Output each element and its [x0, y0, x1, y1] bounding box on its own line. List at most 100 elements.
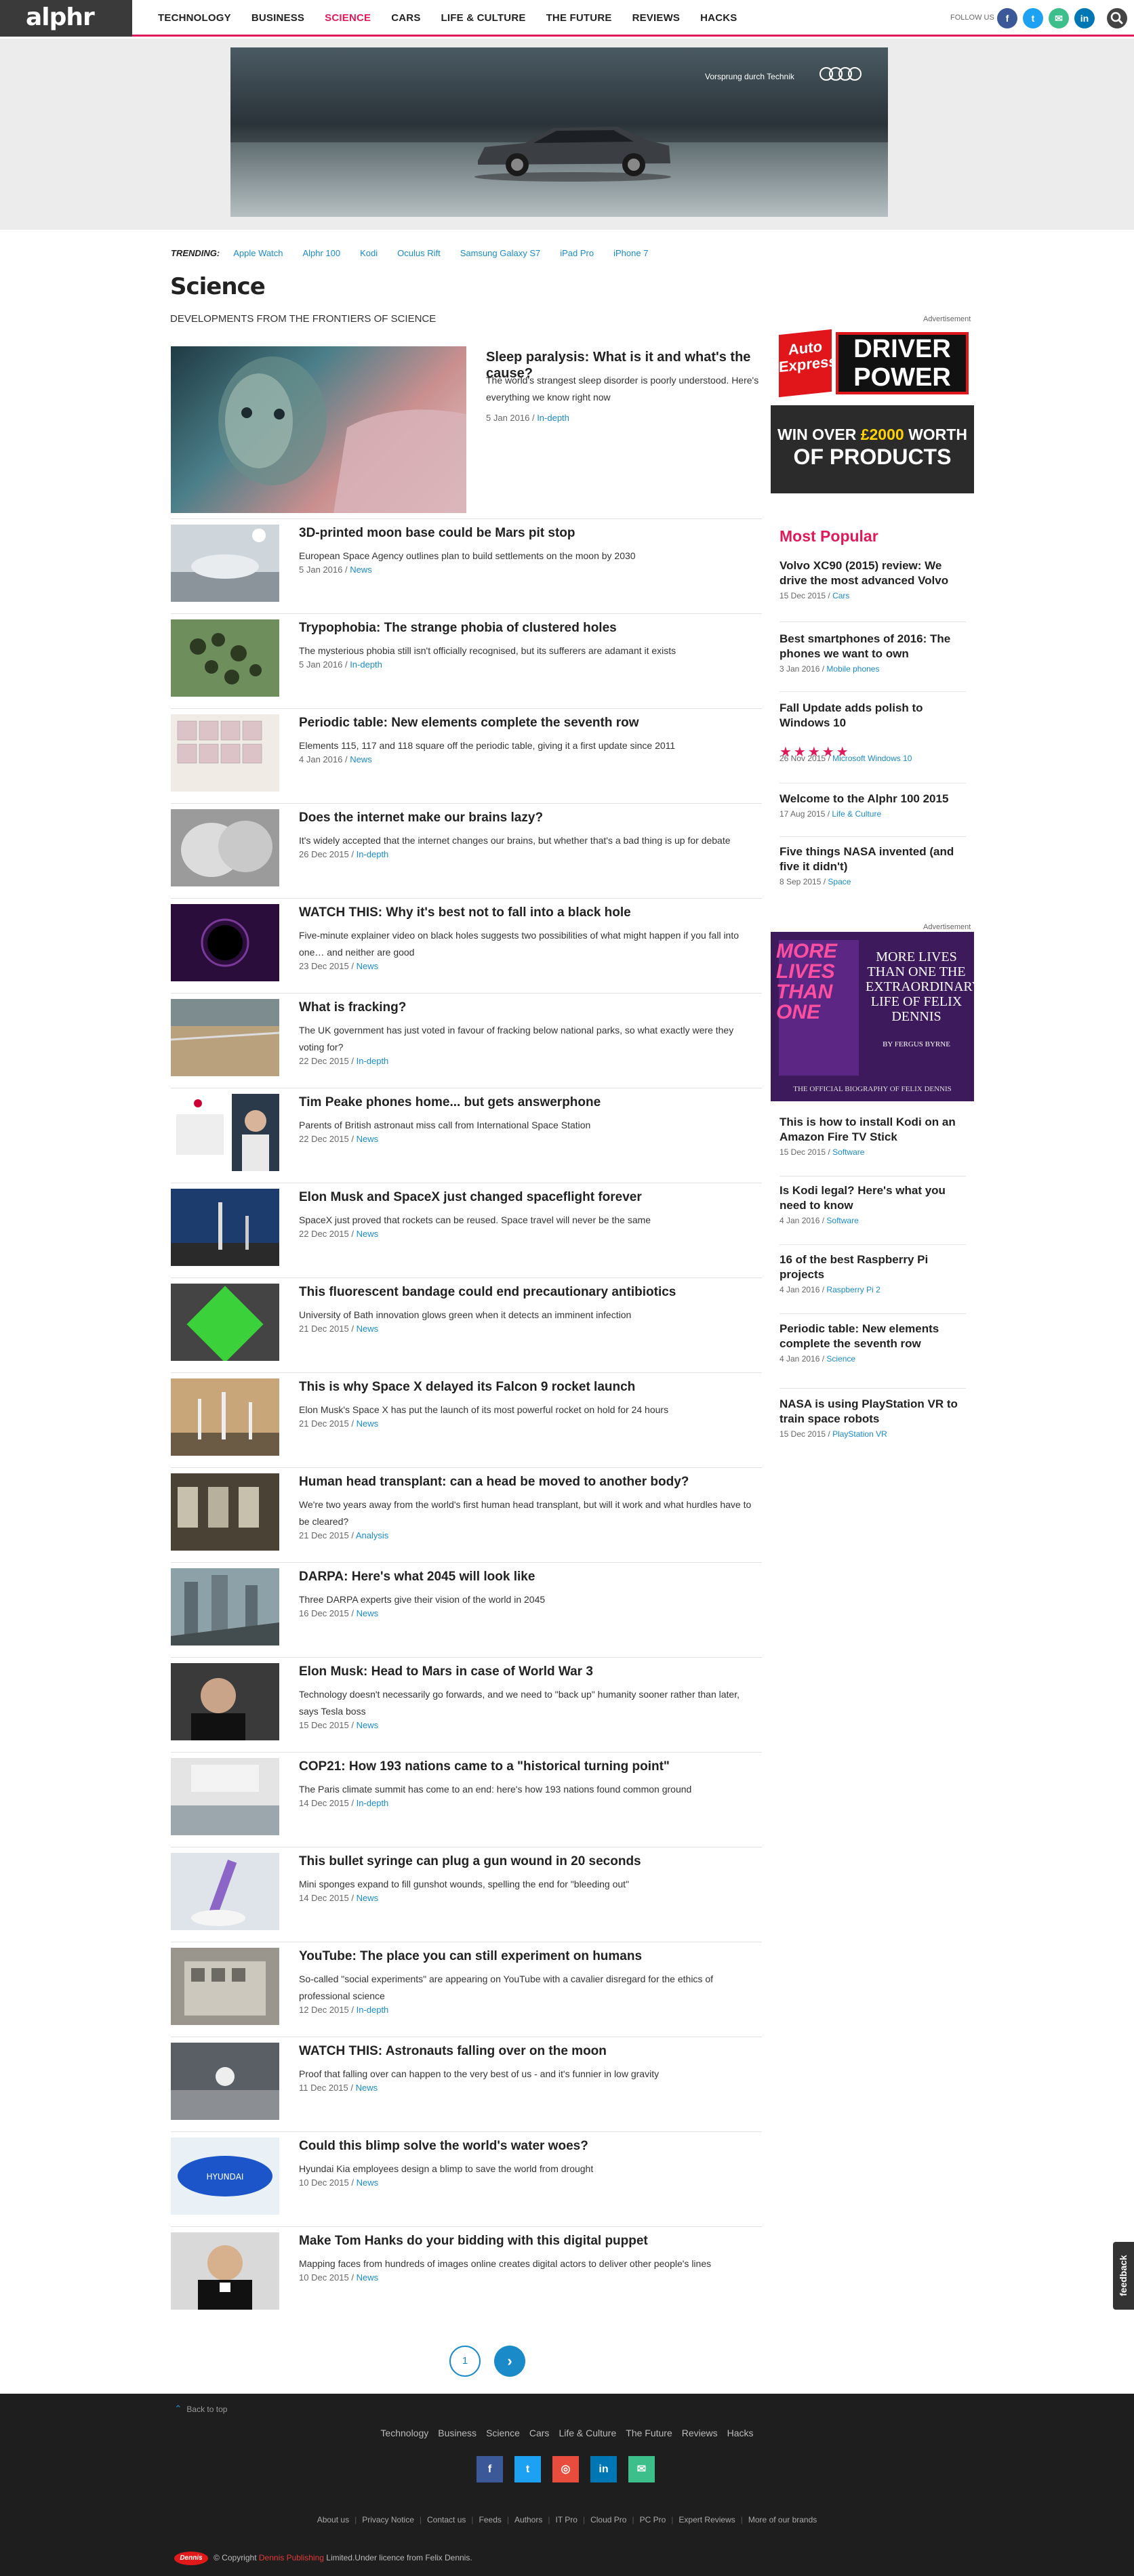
article-title[interactable]: Make Tom Hanks do your bidding with this… — [299, 2234, 760, 2249]
search-button[interactable] — [1107, 8, 1127, 28]
article-thumbnail[interactable] — [171, 1189, 279, 1266]
popular-title[interactable]: Five things NASA invented (and five it d… — [779, 844, 966, 874]
nav-life-culture[interactable]: LIFE & CULTURE — [431, 0, 536, 37]
article-tag[interactable]: News — [357, 1229, 379, 1239]
footer-link[interactable]: Privacy Notice — [362, 2515, 414, 2524]
sidebar-story-title[interactable]: This is how to install Kodi on an Amazon… — [779, 1115, 966, 1145]
article-row[interactable]: WATCH THIS: Astronauts falling over on t… — [171, 2043, 762, 2124]
article-tag[interactable]: In-depth — [357, 1056, 389, 1066]
trending-link[interactable]: Apple Watch — [233, 248, 283, 258]
popular-item[interactable]: Best smartphones of 2016: The phones we … — [779, 632, 966, 674]
popular-tag[interactable]: Cars — [832, 591, 849, 600]
sidebar-story-tag[interactable]: Science — [826, 1354, 855, 1364]
footer-link[interactable]: IT Pro — [555, 2515, 577, 2524]
article-title[interactable]: Could this blimp solve the world's water… — [299, 2139, 760, 2154]
article-title[interactable]: YouTube: The place you can still experim… — [299, 1949, 760, 1964]
instagram-icon[interactable]: ◎ — [552, 2456, 579, 2482]
article-tag[interactable]: News — [357, 1893, 379, 1903]
trending-link[interactable]: Alphr 100 — [302, 248, 340, 258]
article-title[interactable]: DARPA: Here's what 2045 will look like — [299, 1570, 760, 1585]
sidebar-story-tag[interactable]: Raspberry Pi 2 — [826, 1285, 880, 1294]
twitter-icon[interactable]: t — [1023, 8, 1043, 28]
article-thumbnail[interactable] — [171, 904, 279, 981]
linkedin-icon[interactable]: in — [1074, 8, 1095, 28]
article-row[interactable]: HYUNDAI Could this blimp solve the world'… — [171, 2138, 762, 2219]
article-thumbnail[interactable]: HYUNDAI — [171, 2138, 279, 2215]
article-title[interactable]: This fluorescent bandage could end preca… — [299, 1285, 760, 1300]
nav-business[interactable]: BUSINESS — [241, 0, 315, 37]
article-thumbnail[interactable] — [171, 1284, 279, 1361]
article-thumbnail[interactable] — [171, 1663, 279, 1740]
article-title[interactable]: COP21: How 193 nations came to a "histor… — [299, 1759, 760, 1774]
article-row[interactable]: Periodic table: New elements complete th… — [171, 714, 762, 796]
article-thumbnail[interactable] — [171, 2232, 279, 2310]
nav-hacks[interactable]: HACKS — [690, 0, 747, 37]
article-row[interactable]: Tim Peake phones home... but gets answer… — [171, 1094, 762, 1175]
footer-link[interactable]: Cloud Pro — [590, 2515, 626, 2524]
article-title[interactable]: Elon Musk: Head to Mars in case of World… — [299, 1664, 760, 1679]
trending-link[interactable]: Oculus Rift — [397, 248, 441, 258]
twitter-icon[interactable]: t — [514, 2456, 541, 2482]
sidebar-story-tag[interactable]: Software — [826, 1216, 858, 1225]
article-thumbnail[interactable] — [171, 1378, 279, 1456]
footer-link[interactable]: About us — [317, 2515, 349, 2524]
sidebar-ad-driver-power[interactable]: Auto Express DRIVER POWER WIN OVER £2000… — [771, 324, 974, 493]
linkedin-icon[interactable]: in — [590, 2456, 617, 2482]
page-1-button[interactable]: 1 — [449, 2346, 481, 2377]
article-title[interactable]: WATCH THIS: Why it's best not to fall in… — [299, 905, 760, 920]
footer-link[interactable]: PC Pro — [640, 2515, 666, 2524]
article-thumbnail[interactable] — [171, 714, 279, 792]
article-row[interactable]: This fluorescent bandage could end preca… — [171, 1284, 762, 1365]
article-title[interactable]: Periodic table: New elements complete th… — [299, 716, 760, 731]
popular-tag[interactable]: Space — [828, 877, 851, 886]
facebook-icon[interactable]: f — [477, 2456, 503, 2482]
footer-nav-link[interactable]: Reviews — [682, 2428, 718, 2438]
article-row[interactable]: Elon Musk and SpaceX just changed spacef… — [171, 1189, 762, 1270]
article-tag[interactable]: News — [357, 2178, 379, 2188]
footer-nav-link[interactable]: Life & Culture — [559, 2428, 616, 2438]
article-tag[interactable]: In-depth — [357, 849, 389, 859]
trending-link[interactable]: iPad Pro — [560, 248, 594, 258]
article-tag[interactable]: Analysis — [356, 1530, 388, 1540]
sidebar-story-title[interactable]: NASA is using PlayStation VR to train sp… — [779, 1397, 966, 1427]
footer-nav-link[interactable]: Business — [438, 2428, 477, 2438]
article-title[interactable]: Does the internet make our brains lazy? — [299, 811, 760, 825]
footer-link[interactable]: More of our brands — [748, 2515, 817, 2524]
footer-nav-link[interactable]: The Future — [626, 2428, 672, 2438]
popular-title[interactable]: Fall Update adds polish to Windows 10 — [779, 701, 966, 731]
popular-title[interactable]: Welcome to the Alphr 100 2015 — [779, 792, 966, 806]
article-thumbnail[interactable] — [171, 809, 279, 886]
article-tag[interactable]: News — [350, 754, 372, 764]
popular-tag[interactable]: Mobile phones — [826, 664, 879, 674]
feedback-tab[interactable]: feedback — [1113, 2242, 1134, 2310]
article-tag[interactable]: News — [356, 2083, 378, 2093]
article-thumbnail[interactable] — [171, 1473, 279, 1551]
alphr-logo[interactable]: alphr — [0, 0, 132, 37]
article-thumbnail[interactable] — [171, 999, 279, 1076]
article-title[interactable]: Elon Musk and SpaceX just changed spacef… — [299, 1190, 760, 1205]
sidebar-story-tag[interactable]: PlayStation VR — [832, 1429, 887, 1439]
article-tag[interactable]: In-depth — [357, 2005, 389, 2015]
facebook-icon[interactable]: f — [997, 8, 1017, 28]
article-thumbnail[interactable] — [171, 1568, 279, 1645]
article-thumbnail[interactable] — [171, 525, 279, 602]
article-tag[interactable]: News — [357, 1608, 379, 1618]
article-thumbnail[interactable] — [171, 1948, 279, 2025]
article-thumbnail[interactable] — [171, 2043, 279, 2120]
sidebar-story[interactable]: NASA is using PlayStation VR to train sp… — [779, 1397, 966, 1439]
article-row[interactable]: This is why Space X delayed its Falcon 9… — [171, 1378, 762, 1460]
article-title[interactable]: This bullet syringe can plug a gun wound… — [299, 1854, 760, 1869]
footer-link[interactable]: Expert Reviews — [679, 2515, 735, 2524]
email-icon[interactable]: ✉ — [1049, 8, 1069, 28]
article-row[interactable]: This bullet syringe can plug a gun wound… — [171, 1853, 762, 1934]
dennis-publishing-link[interactable]: Dennis Publishing — [259, 2553, 324, 2562]
article-row[interactable]: 3D-printed moon base could be Mars pit s… — [171, 525, 762, 606]
article-thumbnail[interactable] — [171, 1853, 279, 1930]
popular-title[interactable]: Best smartphones of 2016: The phones we … — [779, 632, 966, 661]
article-row[interactable]: YouTube: The place you can still experim… — [171, 1948, 762, 2029]
back-to-top-link[interactable]: ⌃ Back to top — [174, 2403, 227, 2415]
sidebar-story-tag[interactable]: Software — [832, 1147, 864, 1157]
article-row[interactable]: WATCH THIS: Why it's best not to fall in… — [171, 904, 762, 985]
article-tag[interactable]: News — [357, 1418, 379, 1429]
sidebar-story-title[interactable]: 16 of the best Raspberry Pi projects — [779, 1252, 966, 1282]
